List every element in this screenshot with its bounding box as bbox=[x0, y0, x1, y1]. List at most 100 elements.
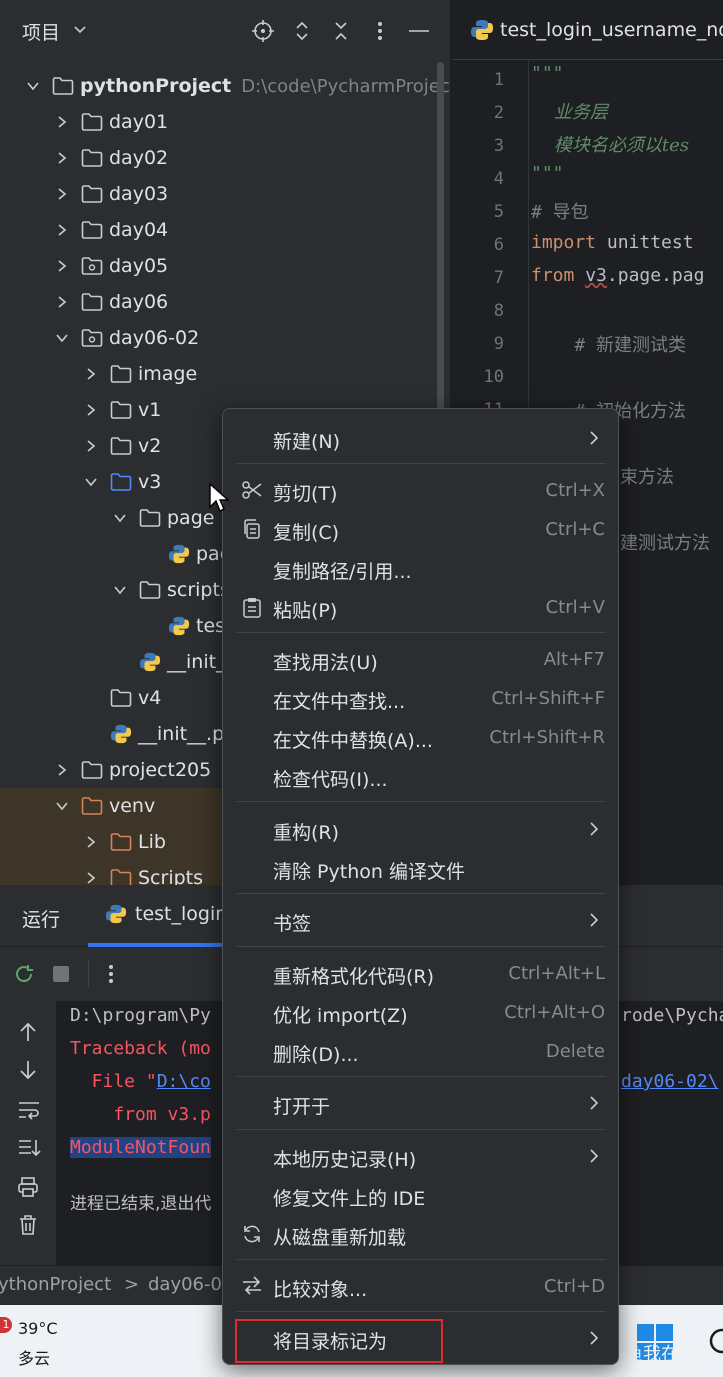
folder-icon bbox=[139, 579, 161, 601]
code-line-6[interactable]: import unittest bbox=[531, 232, 694, 253]
tree-item-pythonproject[interactable]: pythonProject D:\code\PycharmProjec bbox=[0, 68, 450, 104]
chevron-right-icon[interactable] bbox=[82, 437, 100, 455]
code-line-3[interactable]: 模块名必须以tes bbox=[531, 131, 689, 157]
breadcrumb-item[interactable]: ythonProject bbox=[0, 1274, 111, 1295]
chevron-right-icon[interactable] bbox=[53, 221, 71, 239]
console-file-link[interactable]: day06-02\ bbox=[621, 1071, 719, 1092]
menu-item-new[interactable]: 新建(N) bbox=[235, 419, 607, 457]
chevron-down-icon[interactable] bbox=[111, 509, 129, 527]
tree-item-day05[interactable]: day05 bbox=[0, 248, 450, 284]
menu-item-shortcut: Ctrl+Shift+F bbox=[491, 688, 605, 709]
tree-item-day04[interactable]: day04 bbox=[0, 212, 450, 248]
unresolved-reference: v3 bbox=[585, 265, 607, 286]
more-options-icon[interactable] bbox=[108, 963, 114, 985]
code-line-9[interactable]: # 新建测试类 bbox=[531, 331, 686, 357]
run-tab[interactable]: test_login bbox=[105, 903, 227, 925]
python-file-icon bbox=[139, 651, 161, 673]
print-icon[interactable] bbox=[17, 1176, 39, 1198]
tree-item-day02[interactable]: day02 bbox=[0, 140, 450, 176]
menu-item-local-history[interactable]: 本地历史记录(H) bbox=[235, 1137, 607, 1175]
keyword-import: import bbox=[531, 232, 597, 253]
chevron-down-icon[interactable] bbox=[72, 21, 88, 37]
soft-wrap-icon[interactable] bbox=[17, 1099, 41, 1121]
menu-item-inspect-code[interactable]: 检查代码(I)... bbox=[235, 757, 607, 795]
menu-item-copy-path[interactable]: 复制路径/引用... bbox=[235, 549, 607, 587]
menu-item-find-in-files[interactable]: 在文件中查找... Ctrl+Shift+F bbox=[235, 679, 607, 717]
chevron-down-icon[interactable] bbox=[111, 581, 129, 599]
code-line-7[interactable]: from v3.page.pag bbox=[531, 265, 704, 286]
menu-item-mark-directory-as[interactable]: 将目录标记为 bbox=[235, 1319, 607, 1363]
tree-item-label: __init__.py bbox=[138, 723, 236, 745]
stop-icon[interactable] bbox=[52, 965, 70, 983]
scroll-to-end-icon[interactable] bbox=[17, 1137, 41, 1159]
minimize-icon[interactable] bbox=[406, 18, 432, 44]
chevron-right-icon[interactable] bbox=[82, 869, 100, 885]
search-icon[interactable] bbox=[704, 1323, 723, 1359]
menu-item-bookmarks[interactable]: 书签 bbox=[235, 901, 607, 939]
more-options-icon[interactable] bbox=[367, 18, 393, 44]
chevron-right-icon[interactable] bbox=[53, 113, 71, 131]
code-line-4[interactable]: """ bbox=[531, 163, 564, 184]
locate-icon[interactable] bbox=[250, 18, 276, 44]
chevron-right-icon[interactable] bbox=[82, 365, 100, 383]
menu-item-find-usages[interactable]: 查找用法(U) Alt+F7 bbox=[235, 640, 607, 678]
menu-item-label: 优化 import(Z) bbox=[273, 1005, 408, 1027]
menu-item-reformat-code[interactable]: 重新格式化代码(R) Ctrl+Alt+L bbox=[235, 954, 607, 992]
chevron-right-icon[interactable] bbox=[82, 833, 100, 851]
expand-all-icon[interactable] bbox=[289, 18, 315, 44]
weather-temperature[interactable]: 39°C bbox=[18, 1319, 58, 1338]
menu-item-optimize-imports[interactable]: 优化 import(Z) Ctrl+Alt+O bbox=[235, 993, 607, 1031]
tree-item-day01[interactable]: day01 bbox=[0, 104, 450, 140]
folder-icon bbox=[81, 219, 103, 241]
menu-item-label: 重构(R) bbox=[273, 822, 340, 844]
project-panel-title[interactable]: 项目 bbox=[22, 18, 60, 45]
chevron-right-icon[interactable] bbox=[53, 761, 71, 779]
tree-item-label: venv bbox=[109, 795, 156, 817]
menu-item-shortcut: Ctrl+V bbox=[545, 597, 605, 618]
menu-item-clean-python[interactable]: 清除 Python 编译文件 bbox=[235, 849, 607, 887]
code-line-1[interactable]: """ bbox=[531, 63, 564, 84]
chevron-right-icon[interactable] bbox=[53, 257, 71, 275]
chevron-right-icon[interactable] bbox=[82, 401, 100, 419]
menu-item-label: 从磁盘重新加载 bbox=[273, 1227, 407, 1249]
tree-item-day06[interactable]: day06 bbox=[0, 284, 450, 320]
mouse-cursor-icon bbox=[209, 483, 229, 512]
chevron-down-icon[interactable] bbox=[82, 473, 100, 491]
collapse-all-icon[interactable] bbox=[328, 18, 354, 44]
menu-item-cut[interactable]: 剪切(T) Ctrl+X bbox=[235, 471, 607, 509]
tree-item-day06-02[interactable]: day06-02 bbox=[0, 320, 450, 356]
chevron-down-icon[interactable] bbox=[24, 77, 42, 95]
tree-item-day03[interactable]: day03 bbox=[0, 176, 450, 212]
menu-item-label: 检查代码(I)... bbox=[273, 769, 388, 791]
arrow-up-icon[interactable] bbox=[17, 1021, 39, 1043]
menu-item-compare-with[interactable]: 比较对象... Ctrl+D bbox=[235, 1267, 607, 1305]
weather-description[interactable]: 多云 bbox=[18, 1345, 50, 1369]
chevron-right-icon[interactable] bbox=[53, 149, 71, 167]
breadcrumb-item[interactable]: day06-0 bbox=[148, 1274, 222, 1295]
code-line-2[interactable]: 业务层 bbox=[531, 98, 608, 124]
code-line-13[interactable]: 束方法 bbox=[620, 463, 674, 489]
menu-item-open-in[interactable]: 打开于 bbox=[235, 1084, 607, 1122]
code-line-15[interactable]: 建测试方法 bbox=[620, 529, 710, 555]
chevron-down-icon[interactable] bbox=[53, 797, 71, 815]
breadcrumb-separator: > bbox=[124, 1274, 140, 1295]
rerun-icon[interactable] bbox=[12, 962, 36, 986]
menu-item-refactor[interactable]: 重构(R) bbox=[235, 810, 607, 848]
menu-item-paste[interactable]: 粘贴(P) Ctrl+V bbox=[235, 588, 607, 626]
menu-item-delete[interactable]: 删除(D)... Delete bbox=[235, 1032, 607, 1070]
menu-item-replace-in-files[interactable]: 在文件中替换(A)... Ctrl+Shift+R bbox=[235, 718, 607, 756]
menu-item-copy[interactable]: 复制(C) Ctrl+C bbox=[235, 510, 607, 548]
trash-icon[interactable] bbox=[18, 1214, 38, 1236]
chevron-down-icon[interactable] bbox=[53, 329, 71, 347]
chevron-right-icon[interactable] bbox=[53, 293, 71, 311]
menu-item-label: 将目录标记为 bbox=[273, 1331, 388, 1353]
editor-tab[interactable]: test_login_username_not bbox=[452, 0, 723, 60]
tree-item-image[interactable]: image bbox=[0, 356, 450, 392]
arrow-down-icon[interactable] bbox=[17, 1059, 39, 1081]
code-line-5[interactable]: # 导包 bbox=[531, 198, 589, 224]
console-file-link[interactable]: D:\co bbox=[157, 1071, 211, 1092]
tree-item-label: page bbox=[167, 507, 215, 529]
chevron-right-icon[interactable] bbox=[53, 185, 71, 203]
menu-item-repair-ide[interactable]: 修复文件上的 IDE bbox=[235, 1176, 607, 1214]
menu-item-reload-from-disk[interactable]: 从磁盘重新加载 bbox=[235, 1215, 607, 1253]
